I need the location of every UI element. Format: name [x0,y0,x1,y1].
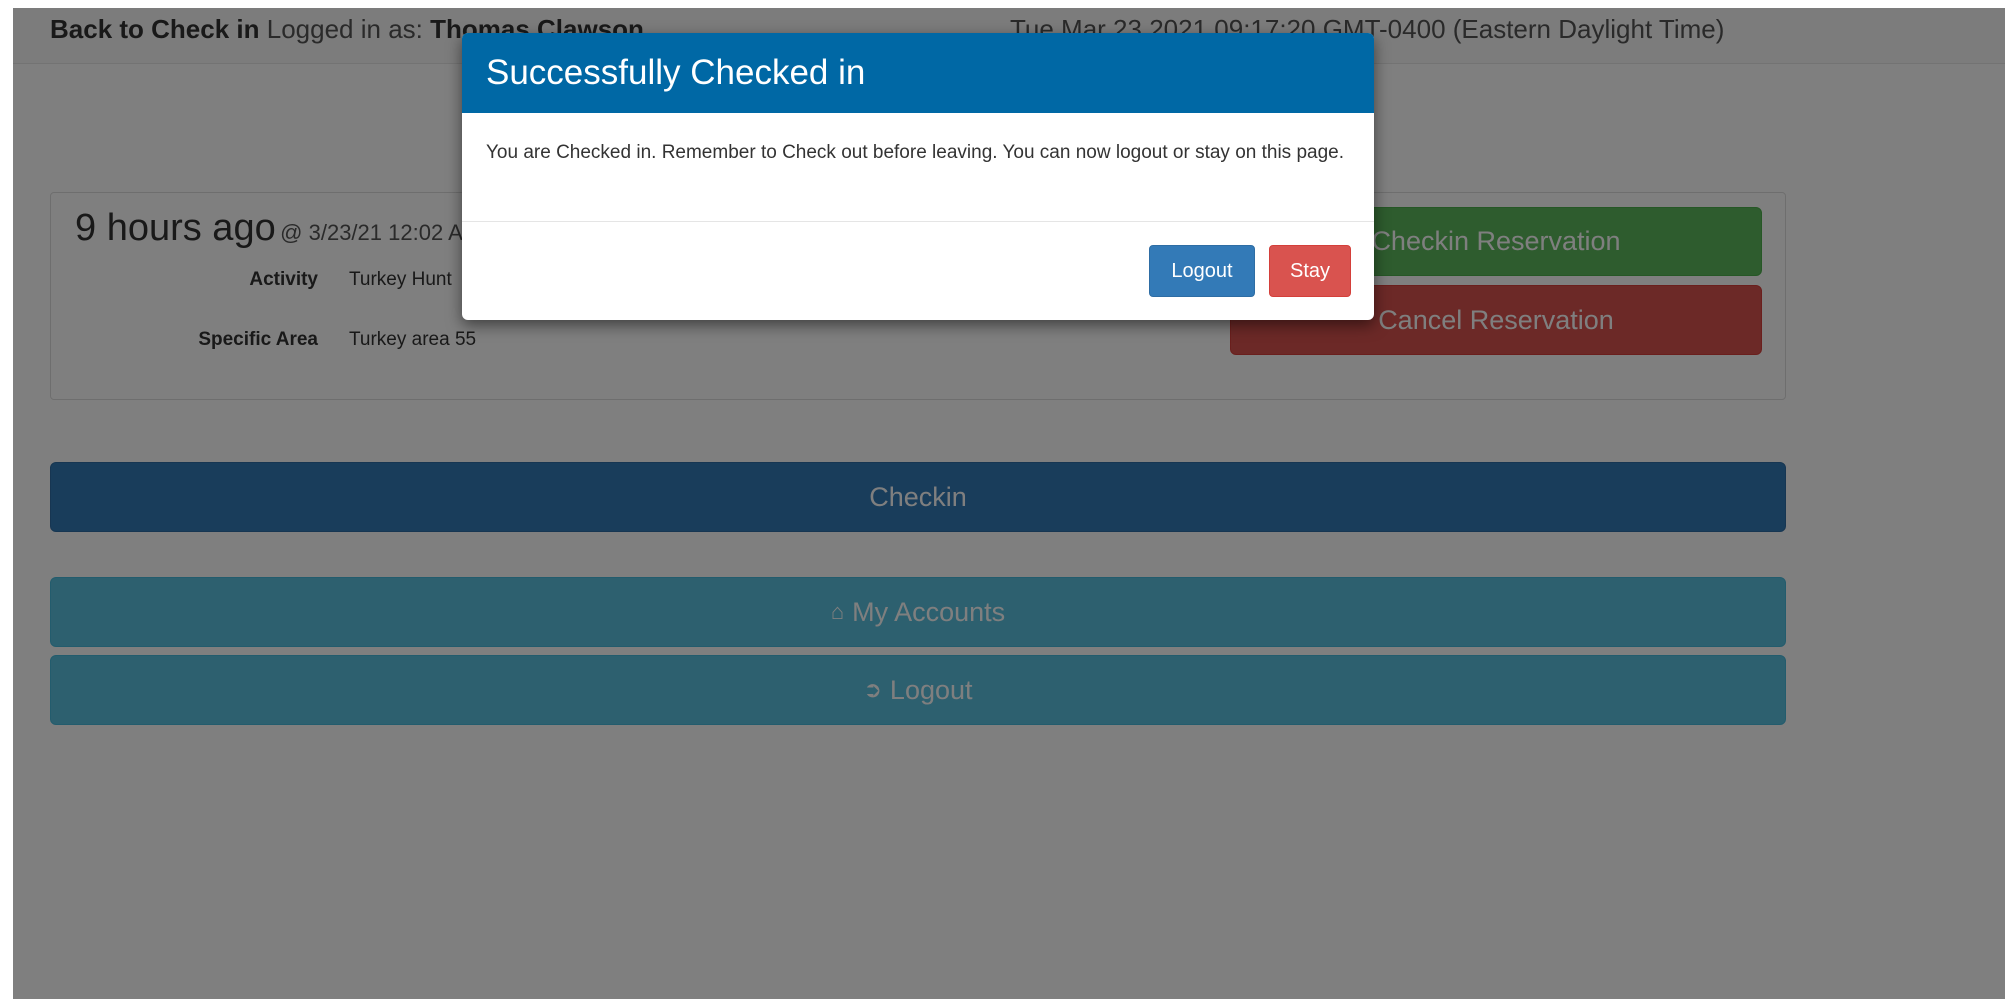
modal-title: Successfully Checked in [486,53,866,92]
modal-stay-button[interactable]: Stay [1269,245,1351,297]
checkin-success-modal: Successfully Checked in You are Checked … [462,33,1374,320]
modal-message: You are Checked in. Remember to Check ou… [486,142,1345,163]
left-strip [0,0,13,999]
page: Back to Check in Logged in as: Thomas Cl… [0,0,2005,999]
modal-footer: Logout Stay [462,221,1374,320]
modal-logout-button[interactable]: Logout [1149,245,1255,297]
modal-header: Successfully Checked in [462,33,1374,113]
